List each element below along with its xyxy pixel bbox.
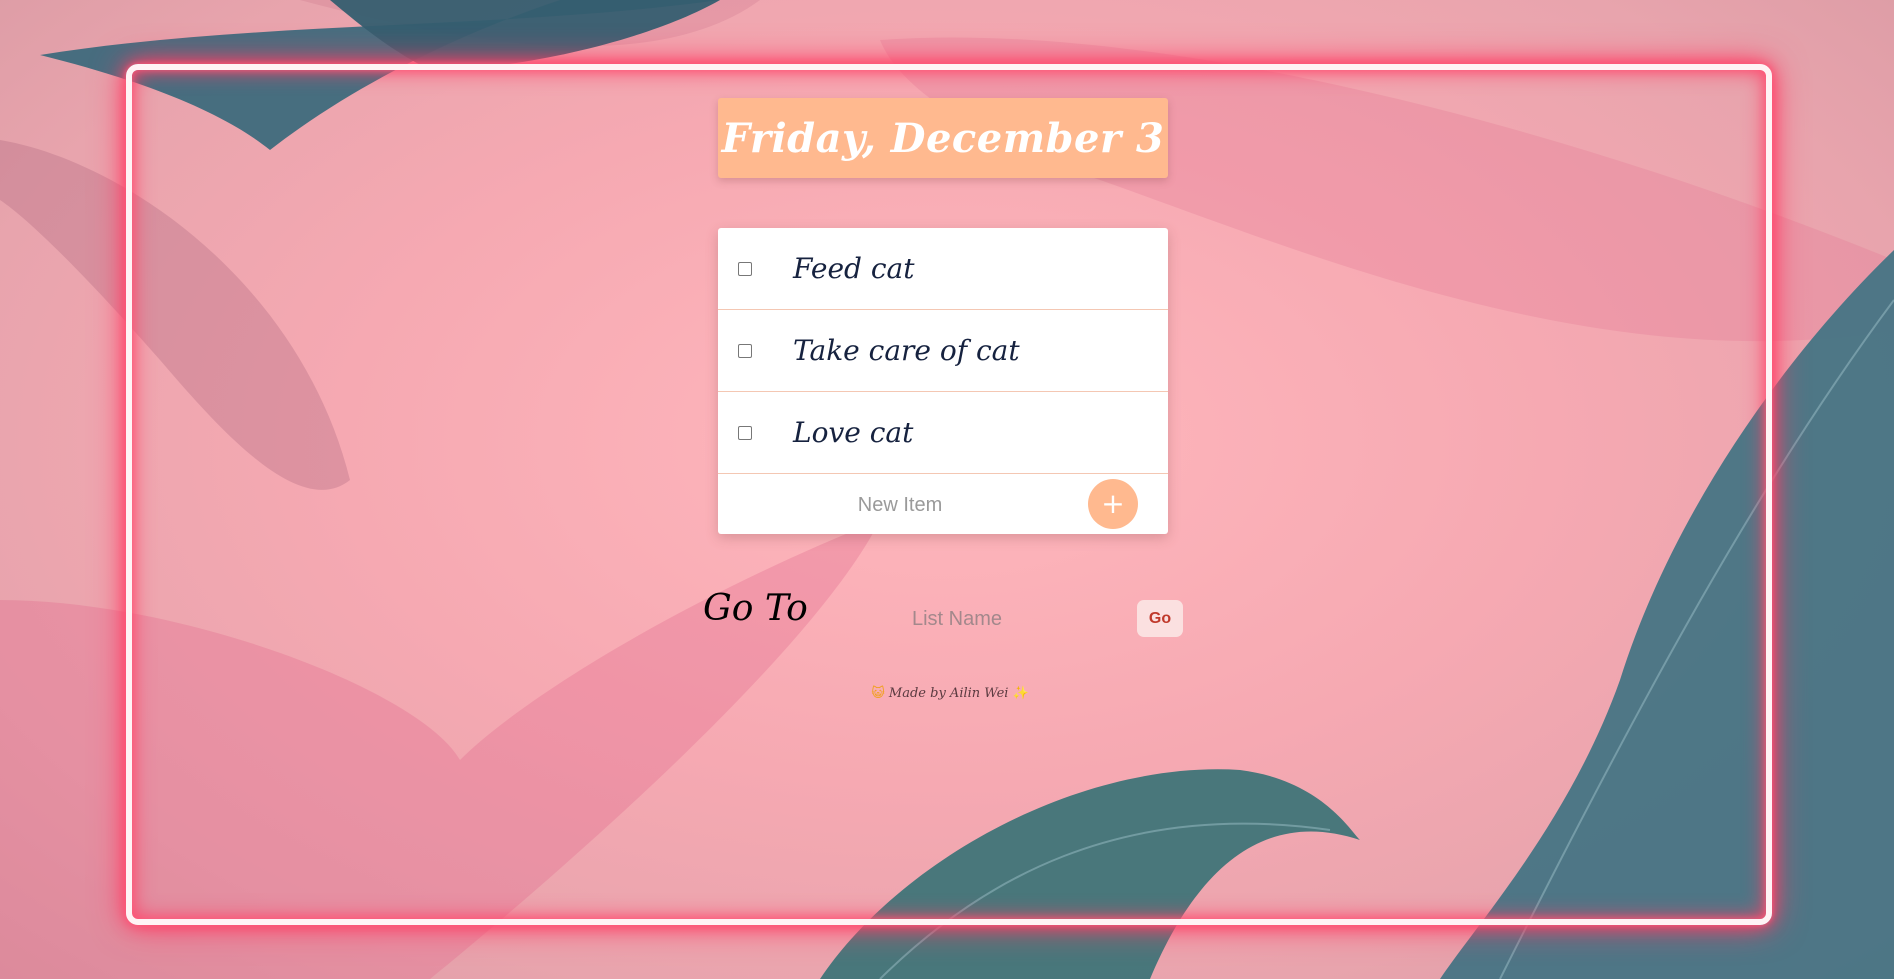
add-item-button[interactable]: +	[1088, 479, 1138, 529]
app-container: Friday, December 3 Feed cat Take care of…	[0, 0, 1894, 979]
item-label: Feed cat	[793, 252, 915, 285]
goto-label: Go To	[703, 588, 808, 629]
item-label: Love cat	[793, 416, 914, 449]
list-item[interactable]: Love cat	[718, 392, 1168, 474]
date-header: Friday, December 3	[718, 98, 1168, 178]
item-checkbox[interactable]	[738, 343, 752, 358]
todo-list: Feed cat Take care of cat Love cat +	[718, 228, 1168, 534]
list-item[interactable]: Take care of cat	[718, 310, 1168, 392]
list-item[interactable]: Feed cat	[718, 228, 1168, 310]
new-item-row: +	[718, 474, 1168, 534]
footer-credit: 😺 Made by Ailin Wei ✨	[870, 686, 1030, 701]
sparkles-emoji-icon: ✨	[1012, 686, 1029, 701]
footer-text: Made by Ailin Wei	[888, 686, 1009, 701]
new-item-input[interactable]	[798, 484, 1002, 526]
list-name-input[interactable]	[865, 598, 1049, 640]
date-title: Friday, December 3	[721, 114, 1165, 162]
cat-emoji-icon: 😺	[871, 686, 885, 701]
item-label: Take care of cat	[793, 334, 1020, 367]
item-checkbox[interactable]	[738, 261, 752, 276]
go-button[interactable]: Go	[1137, 600, 1183, 637]
item-checkbox[interactable]	[738, 425, 752, 440]
